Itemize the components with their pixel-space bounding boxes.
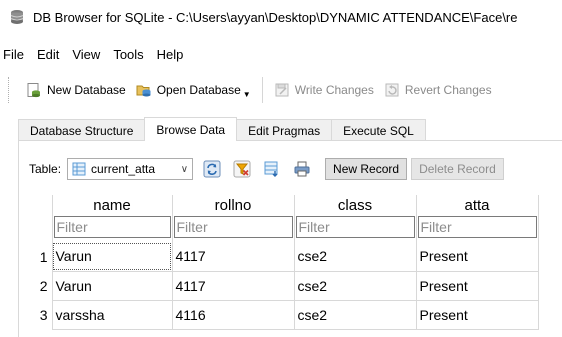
save-table-button[interactable]: [261, 158, 283, 180]
column-header-class[interactable]: class: [294, 195, 417, 215]
table-cell[interactable]: Varun: [52, 271, 173, 301]
table-cell[interactable]: 4116: [172, 300, 295, 330]
database-icon: [10, 10, 24, 24]
title-bar: DB Browser for SQLite - C:\Users\ayyan\D…: [0, 0, 562, 34]
corner-cell[interactable]: [21, 195, 53, 215]
filter-input-name[interactable]: [53, 216, 171, 238]
tab-browse-data[interactable]: Browse Data: [144, 117, 238, 141]
delete-record-label: Delete Record: [419, 162, 496, 176]
table-row[interactable]: 1 Varun 4117 cse2 Present: [21, 242, 539, 272]
table-cell[interactable]: 4117: [172, 271, 295, 301]
new-record-label: New Record: [333, 162, 400, 176]
filter-input-class[interactable]: [295, 216, 415, 238]
write-changes-icon: [275, 83, 289, 97]
toolbar-separator: [261, 77, 263, 103]
new-database-label: New Database: [47, 83, 126, 97]
selected-table: current_atta: [91, 162, 156, 176]
table-row[interactable]: 2 Varun 4117 cse2 Present: [21, 271, 539, 301]
window-title: DB Browser for SQLite - C:\Users\ayyan\D…: [33, 9, 518, 25]
new-database-button[interactable]: New Database: [21, 76, 131, 104]
header-row: name rollno class atta: [21, 195, 539, 215]
main-toolbar: New Database Open Database ▼ Write Chang…: [0, 70, 562, 110]
revert-changes-label: Revert Changes: [404, 83, 492, 97]
open-database-dropdown-icon[interactable]: ▼: [243, 90, 251, 99]
filter-input-rollno[interactable]: [173, 216, 293, 238]
new-record-button[interactable]: New Record: [325, 158, 408, 180]
filter-row-head: [21, 215, 53, 242]
clear-filters-icon: [233, 160, 251, 178]
table-cell[interactable]: 4117: [172, 242, 295, 272]
open-database-button[interactable]: Open Database ▼: [131, 76, 256, 104]
save-table-icon: [264, 161, 278, 177]
table-cell[interactable]: cse2: [294, 271, 417, 301]
filter-row: [21, 215, 539, 242]
menu-bar: File Edit View Tools Help: [0, 44, 191, 64]
table-label: Table:: [29, 162, 62, 176]
open-database-label: Open Database: [156, 83, 241, 97]
column-header-atta[interactable]: atta: [416, 195, 539, 215]
table-cell[interactable]: Present: [416, 300, 539, 330]
table-cell[interactable]: Present: [416, 271, 539, 301]
table-cell[interactable]: Varun: [52, 242, 173, 272]
toolbar-grip[interactable]: [8, 77, 11, 103]
filter-cell-atta: [416, 215, 539, 242]
open-database-icon: [136, 85, 151, 97]
table-cell[interactable]: varssha: [52, 300, 173, 330]
tab-execute-sql[interactable]: Execute SQL: [331, 119, 426, 141]
table-cell[interactable]: Present: [416, 242, 539, 272]
menu-edit[interactable]: Edit: [32, 47, 67, 62]
table-icon: [72, 162, 86, 176]
menu-file[interactable]: File: [0, 47, 32, 62]
tab-edit-pragmas[interactable]: Edit Pragmas: [236, 119, 333, 141]
table-selector[interactable]: current_atta ∨: [67, 158, 194, 180]
menu-tools[interactable]: Tools: [108, 47, 151, 62]
menu-view[interactable]: View: [67, 47, 108, 62]
row-number[interactable]: 2: [21, 271, 53, 300]
clear-filters-button[interactable]: [231, 158, 253, 180]
delete-record-button[interactable]: Delete Record: [411, 158, 504, 180]
row-number[interactable]: 1: [21, 242, 53, 271]
filter-cell-rollno: [172, 215, 295, 242]
column-header-rollno[interactable]: rollno: [172, 195, 295, 215]
menu-help[interactable]: Help: [152, 47, 192, 62]
write-changes-label: Write Changes: [294, 83, 374, 97]
revert-changes-button[interactable]: Revert Changes: [379, 76, 497, 104]
write-changes-button[interactable]: Write Changes: [269, 76, 379, 104]
filter-input-atta[interactable]: [417, 216, 537, 238]
refresh-icon: [203, 160, 221, 178]
row-number[interactable]: 3: [21, 300, 53, 329]
refresh-button[interactable]: [201, 158, 223, 180]
table-cell[interactable]: cse2: [294, 242, 417, 272]
browse-toolbar: Table: current_atta ∨ New Record Delete …: [29, 158, 504, 180]
data-grid: name rollno class atta 1 Varun 4117 cse2…: [21, 195, 539, 330]
main-tabs: Database Structure Browse Data Edit Prag…: [18, 117, 426, 141]
table-cell[interactable]: cse2: [294, 300, 417, 330]
tab-database-structure[interactable]: Database Structure: [18, 119, 146, 141]
filter-cell-class: [294, 215, 417, 242]
table-row[interactable]: 3 varssha 4116 cse2 Present: [21, 300, 539, 330]
column-header-name[interactable]: name: [52, 195, 173, 215]
print-icon: [294, 161, 310, 177]
revert-changes-icon: [385, 83, 399, 97]
filter-cell-name: [52, 215, 173, 242]
new-database-icon: [27, 83, 40, 98]
print-button[interactable]: [291, 158, 313, 180]
chevron-down-icon: ∨: [180, 163, 189, 175]
